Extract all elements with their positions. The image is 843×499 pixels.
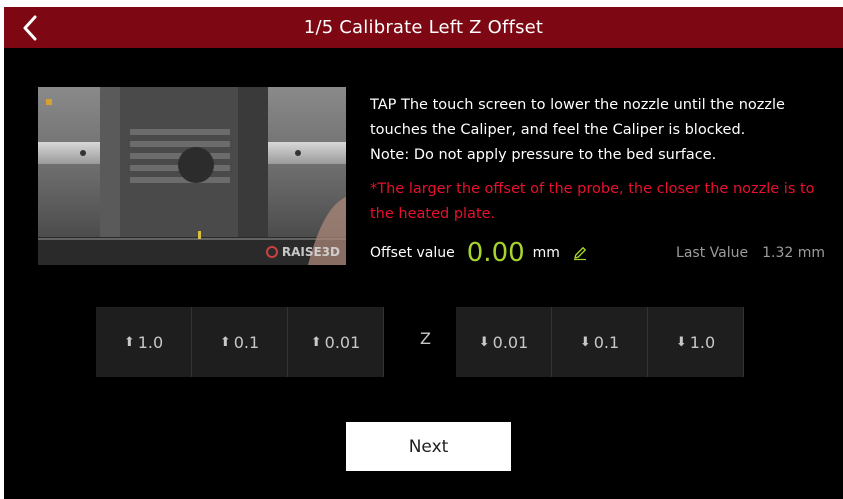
chevron-left-icon [23,15,37,40]
arrow-up-icon: ⬆ [219,334,231,350]
raise-step-group: ⬆ 1.0 ⬆ 0.1 ⬆ 0.01 [96,307,384,377]
last-value: 1.32 mm [762,245,825,261]
calibration-screen: 1/5 Calibrate Left Z Offset RAISE3D TAP … [4,7,843,499]
instruction-text: TAP The touch screen to lower the nozzle… [370,93,825,168]
step-down-0-1-button[interactable]: ⬇ 0.1 [552,307,648,377]
arrow-down-icon: ⬇ [579,334,591,350]
step-up-label: 1.0 [137,332,164,352]
step-down-label: 1.0 [689,332,716,352]
brand-watermark: RAISE3D [265,245,340,259]
step-down-label: 0.01 [492,332,529,352]
pencil-icon[interactable] [572,245,588,261]
step-up-label: 0.1 [233,332,260,352]
next-button[interactable]: Next [346,422,511,471]
page-title: 1/5 Calibrate Left Z Offset [303,17,544,38]
arrow-down-icon: ⬇ [478,334,490,350]
step-down-1-0-button[interactable]: ⬇ 1.0 [648,307,744,377]
lower-step-group: ⬇ 0.01 ⬇ 0.1 ⬇ 1.0 [456,307,744,377]
offset-row: Offset value 0.00 mm Last Value 1.32 mm [370,235,825,271]
instruction-line-1: TAP The touch screen to lower the nozzle… [370,97,785,138]
step-up-0-01-button[interactable]: ⬆ 0.01 [288,307,384,377]
step-up-label: 0.01 [324,332,361,352]
offset-label: Offset value [370,245,455,261]
brand-text: RAISE3D [281,245,340,259]
warning-text: *The larger the offset of the probe, the… [370,181,815,222]
step-down-label: 0.1 [593,332,620,352]
last-value-label: Last Value [676,245,749,261]
brand-logo-icon [265,246,278,258]
step-up-1-0-button[interactable]: ⬆ 1.0 [96,307,192,377]
arrow-down-icon: ⬇ [675,334,687,350]
step-up-0-1-button[interactable]: ⬆ 0.1 [192,307,288,377]
offset-unit: mm [532,245,560,261]
arrow-up-icon: ⬆ [310,334,322,350]
back-button[interactable] [22,7,66,48]
arrow-up-icon: ⬆ [123,334,135,350]
axis-label: Z [420,329,431,348]
header-bar: 1/5 Calibrate Left Z Offset [4,7,843,48]
offset-value: 0.00 [466,238,525,268]
step-down-0-01-button[interactable]: ⬇ 0.01 [456,307,552,377]
calibration-preview-image: RAISE3D [38,87,346,265]
instruction-line-2: Note: Do not apply pressure to the bed s… [370,147,717,163]
